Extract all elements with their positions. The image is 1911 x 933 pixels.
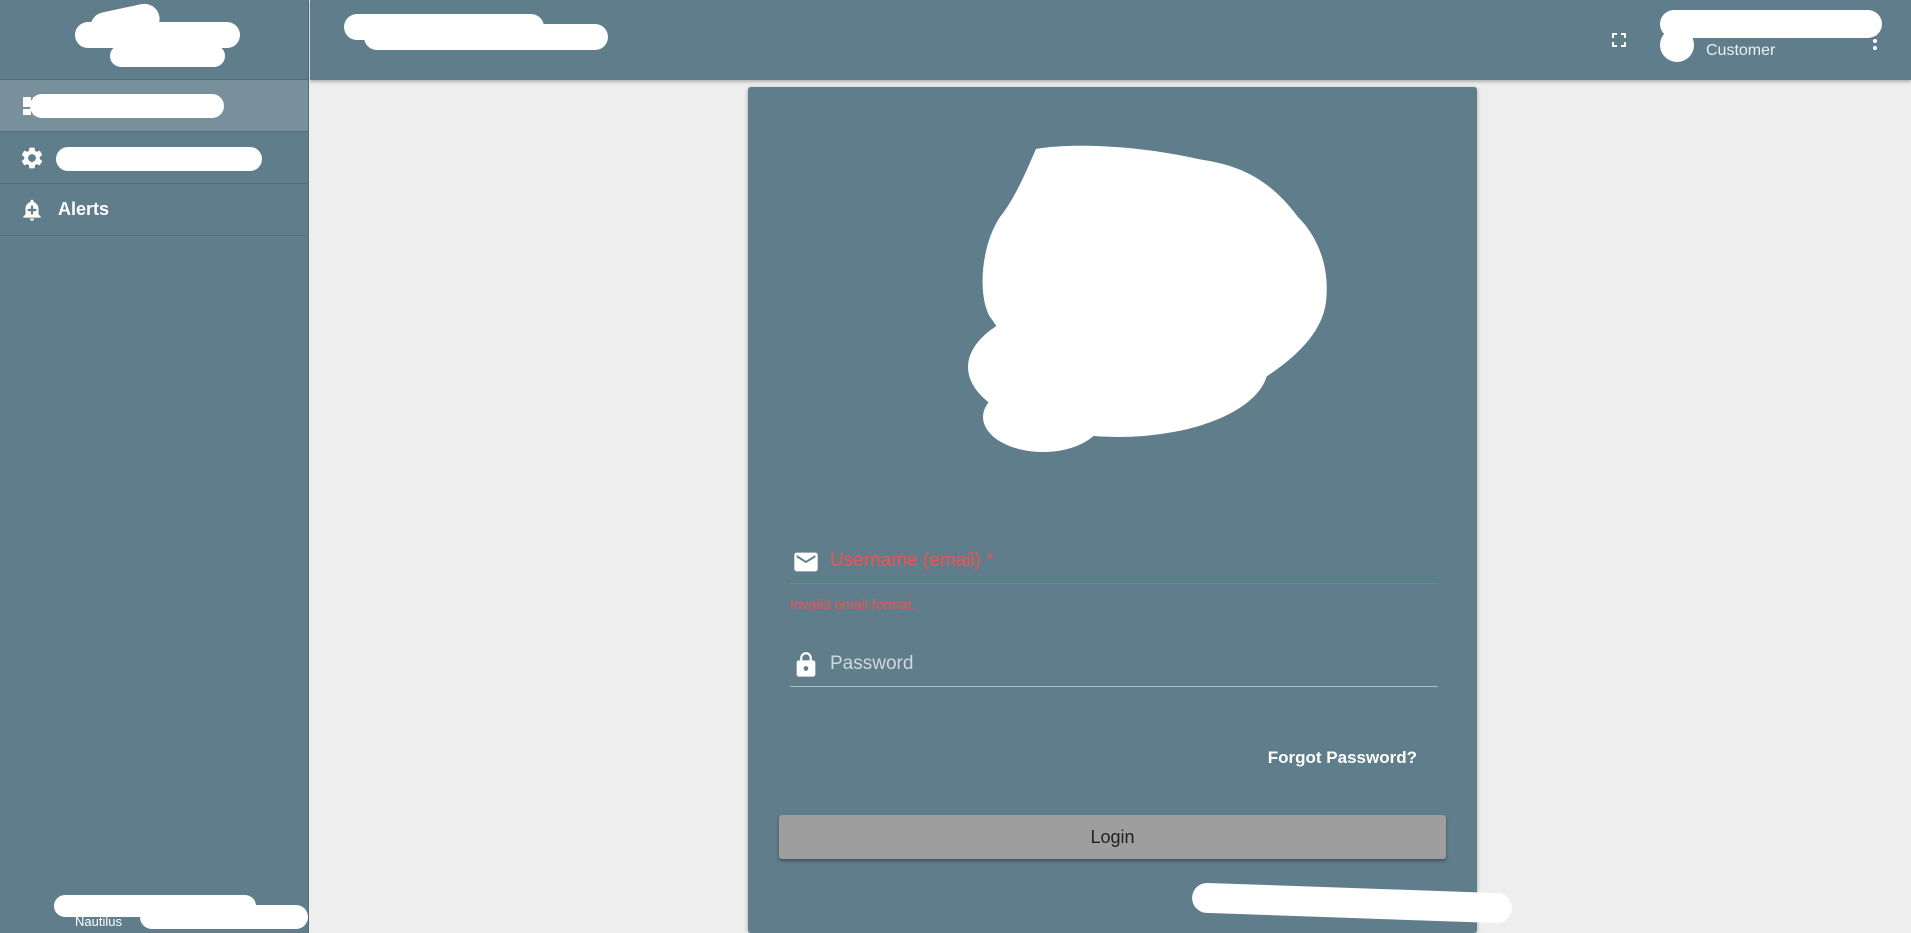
user-role: Customer — [1706, 42, 1776, 59]
user-menu[interactable]: Customer — [1648, 8, 1882, 68]
label-redaction — [30, 94, 224, 118]
sidebar-footer: Nautilus — [0, 893, 309, 933]
sidebar-item-alerts[interactable]: Alerts — [0, 184, 308, 236]
login-button[interactable]: Login — [779, 815, 1446, 859]
username-input[interactable] — [830, 546, 1430, 576]
sidebar: Alerts Nautilus — [0, 0, 309, 933]
password-field[interactable] — [790, 645, 1438, 687]
forgot-password-link[interactable]: Forgot Password? — [1268, 748, 1417, 768]
login-card: Invalid email format. Forgot Password? L… — [748, 87, 1513, 933]
lock-icon — [792, 651, 820, 679]
more-vertical-icon[interactable] — [1863, 28, 1887, 54]
label-redaction — [56, 147, 262, 171]
username-redaction — [1660, 10, 1882, 38]
logo-redaction — [110, 45, 225, 67]
page-title — [344, 14, 608, 50]
password-input[interactable] — [830, 649, 1430, 679]
footer-redaction — [1191, 882, 1513, 924]
footer-redaction — [140, 905, 308, 929]
sidebar-item-settings[interactable] — [0, 132, 308, 184]
top-header: Customer — [310, 0, 1911, 80]
username-field[interactable] — [790, 542, 1438, 584]
bell-plus-icon — [18, 196, 46, 224]
sidebar-logo — [0, 0, 308, 80]
brand-logo — [918, 127, 1376, 477]
gear-icon — [18, 144, 46, 172]
fullscreen-icon[interactable] — [1607, 28, 1631, 52]
email-icon — [792, 548, 820, 576]
username-error: Invalid email format. — [790, 596, 916, 612]
sidebar-item-label: Alerts — [58, 199, 110, 219]
sidebar-item-dashboard[interactable] — [0, 80, 308, 132]
